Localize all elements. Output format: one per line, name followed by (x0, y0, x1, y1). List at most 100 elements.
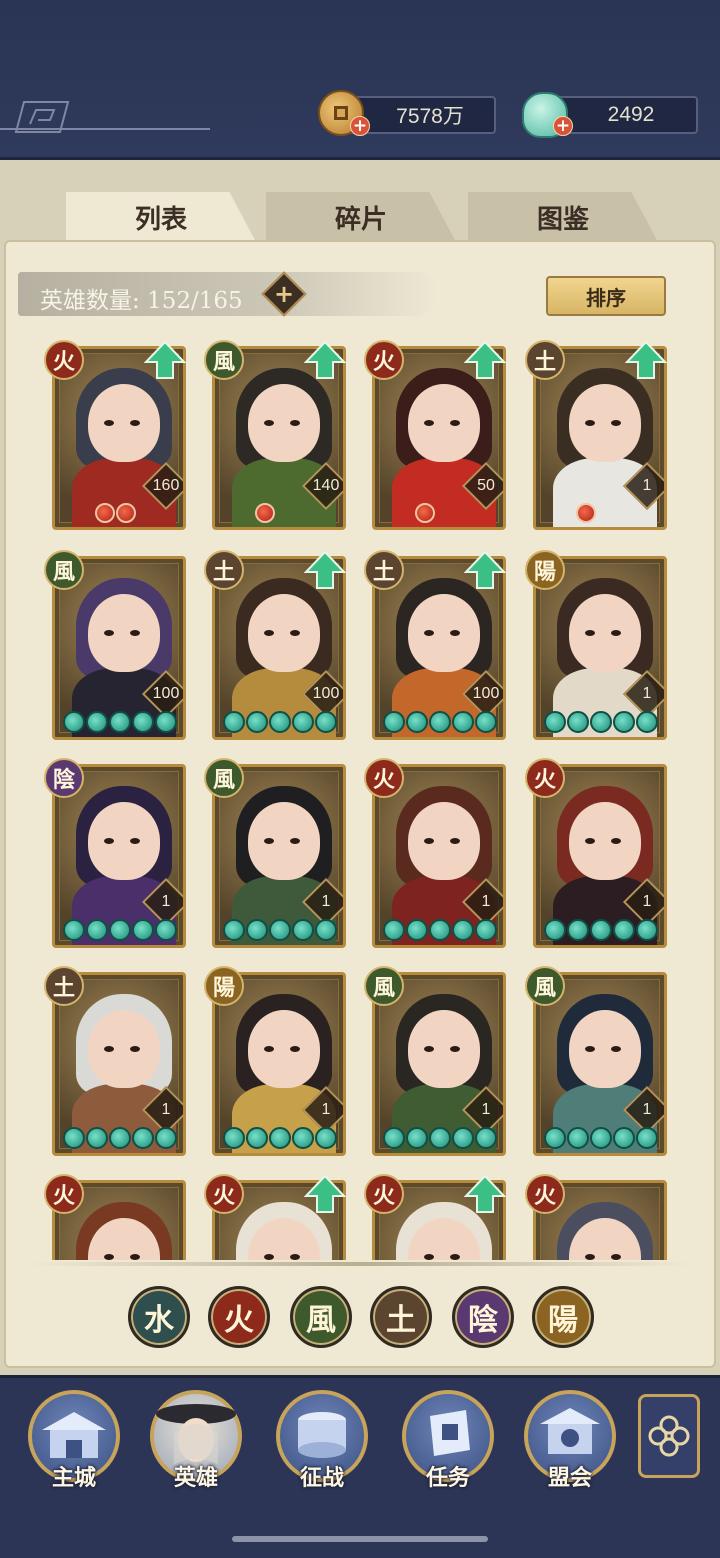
hero-eye (264, 630, 274, 636)
hero-face (88, 384, 160, 462)
hero-red-badges (95, 503, 136, 523)
hero-star-rating (383, 711, 497, 733)
star-icon (475, 1127, 497, 1149)
star-icon (567, 711, 589, 733)
hero-red-badges (576, 503, 596, 523)
star-icon (544, 919, 566, 941)
element-badge-icon: 風 (204, 340, 244, 380)
hero-eye (450, 420, 460, 426)
star-icon (544, 711, 566, 733)
red-star-icon (116, 503, 136, 523)
hero-level: 100 (472, 685, 500, 702)
hero-count-label: 英雄数量: 152/165 (40, 288, 243, 314)
hero-level: 1 (161, 893, 171, 910)
hero-face (569, 594, 641, 672)
nav-main-city-label: 主城 (51, 1465, 96, 1491)
hero-eye (611, 1046, 621, 1052)
star-icon (223, 711, 245, 733)
star-icon (613, 711, 635, 733)
star-icon (315, 711, 337, 733)
hero-eye (290, 1254, 300, 1260)
element-filter-button[interactable]: 水 (128, 1286, 190, 1348)
hero-eye (290, 1046, 300, 1052)
hero-face (248, 384, 320, 462)
nav-campaign-label: 征战 (299, 1465, 344, 1491)
hero-face (569, 802, 641, 880)
upgrade-arrow-icon (304, 550, 346, 589)
hero-face (408, 1010, 480, 1088)
element-badge-icon: 土 (204, 550, 244, 590)
element-badge-icon: 火 (525, 758, 565, 798)
element-filter-button[interactable]: 風 (290, 1286, 352, 1348)
star-icon (109, 919, 131, 941)
hero-eye (424, 838, 434, 844)
hero-red-badges (255, 503, 275, 523)
star-icon (132, 711, 154, 733)
element-badge-icon: 風 (364, 966, 404, 1006)
hero-eye (611, 630, 621, 636)
element-filter-button[interactable]: 陽 (532, 1286, 594, 1348)
star-icon (475, 711, 497, 733)
element-badge-icon: 火 (44, 1174, 84, 1214)
top-header (0, 0, 720, 160)
star-icon (544, 1127, 566, 1149)
element-badge-icon: 土 (44, 966, 84, 1006)
coin-add-button[interactable]: + (350, 116, 370, 136)
hero-star-rating (63, 1127, 177, 1149)
star-icon (613, 1127, 635, 1149)
element-badge-icon: 陽 (525, 550, 565, 590)
sort-button[interactable]: 排序 (546, 276, 666, 316)
element-badge-icon: 土 (364, 550, 404, 590)
element-filter-button[interactable]: 火 (208, 1286, 270, 1348)
star-icon (132, 1127, 154, 1149)
gem-add-button[interactable]: + (553, 116, 573, 136)
hero-eye (450, 838, 460, 844)
plus-icon: + (273, 280, 295, 308)
upgrade-arrow-icon (464, 1174, 506, 1213)
gem-value: 2492 (607, 103, 655, 126)
hero-level: 50 (477, 477, 495, 494)
hero-eye (424, 420, 434, 426)
red-star-icon (415, 503, 435, 523)
star-icon (86, 1127, 108, 1149)
hero-eye (104, 1046, 114, 1052)
hero-level: 100 (312, 685, 340, 702)
element-filter-button[interactable]: 土 (370, 1286, 432, 1348)
upgrade-arrow-icon (304, 1174, 346, 1213)
element-badge-icon: 火 (204, 1174, 244, 1214)
hero-eye (450, 1254, 460, 1260)
element-badge-icon: 火 (525, 1174, 565, 1214)
star-icon (590, 1127, 612, 1149)
hero-level: 1 (161, 1101, 171, 1118)
hero-star-rating (223, 919, 337, 941)
hero-level: 1 (481, 1101, 491, 1118)
tab-collection[interactable]: 图鉴 (468, 192, 658, 242)
upgrade-arrow-icon (304, 340, 346, 379)
hero-eye (585, 838, 595, 844)
more-menu-button[interactable] (638, 1394, 700, 1478)
hero-face (88, 802, 160, 880)
star-icon (429, 1127, 451, 1149)
upgrade-arrow-icon (144, 340, 186, 379)
tab-list[interactable]: 列表 (66, 192, 256, 242)
element-filter-button[interactable]: 陰 (452, 1286, 514, 1348)
hero-star-rating (544, 1127, 658, 1149)
star-icon (383, 919, 405, 941)
star-icon (246, 711, 268, 733)
tab-fragments[interactable]: 碎片 (266, 192, 456, 242)
star-icon (269, 711, 291, 733)
home-indicator (232, 1536, 488, 1542)
element-badge-icon: 風 (44, 550, 84, 590)
hero-eye (585, 1046, 595, 1052)
star-icon (315, 1127, 337, 1149)
hero-star-rating (383, 1127, 497, 1149)
red-star-icon (255, 503, 275, 523)
hero-eye (611, 1254, 621, 1260)
hero-eye (585, 1254, 595, 1260)
nav-alliance-label: 盟会 (547, 1465, 592, 1491)
hero-eye (130, 630, 140, 636)
hero-face (408, 594, 480, 672)
hero-eye (585, 630, 595, 636)
hero-star-rating (544, 711, 658, 733)
hero-star-rating (63, 711, 177, 733)
